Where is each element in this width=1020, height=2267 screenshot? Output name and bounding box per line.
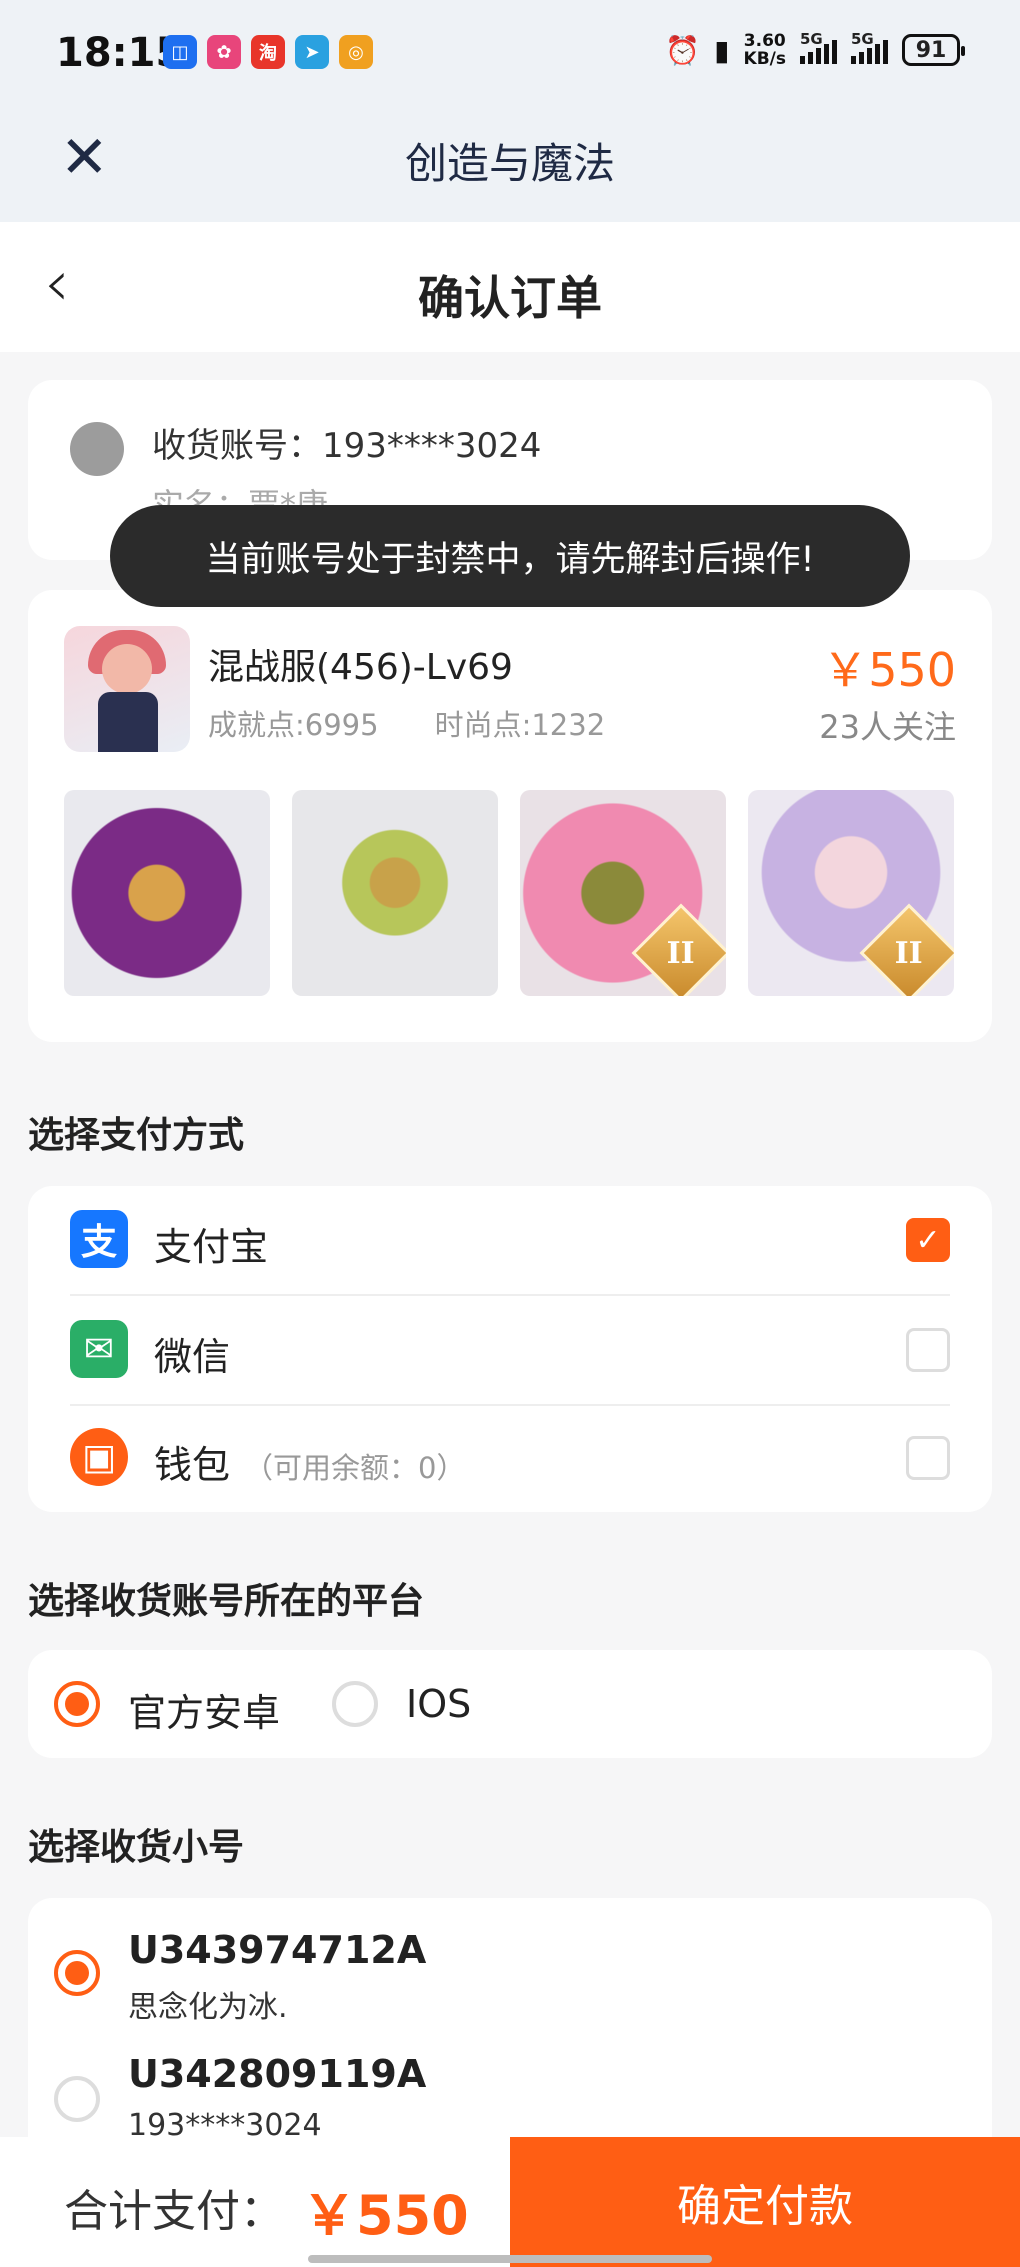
sub-account-nickname: 思念化为冰. — [128, 1990, 288, 2025]
rank-badge-icon: II — [631, 903, 726, 996]
alipay-checkbox[interactable]: ✓ — [906, 1218, 950, 1262]
sub-account-id[interactable]: U343974712A — [128, 1928, 426, 1972]
platform-card: 官方安卓 IOS — [28, 1650, 992, 1758]
payment-option-alipay[interactable]: 支 支付宝 ✓ — [28, 1186, 992, 1294]
account-avatar — [70, 422, 124, 476]
product-name: 混战服(456)-Lv69 — [208, 647, 513, 688]
fashion-points: 时尚点:1232 — [434, 708, 606, 742]
taobao-icon: 淘 — [251, 35, 285, 69]
battery-icon: 91 — [902, 34, 965, 66]
toast-message: 当前账号处于封禁中，请先解封后操作! — [110, 505, 910, 607]
item-thumbnails: II II — [64, 790, 954, 996]
product-stats: 成就点:6995 时尚点:1232 — [208, 702, 605, 744]
payment-section-title: 选择支付方式 — [28, 1115, 245, 1156]
product-card[interactable]: 混战服(456)-Lv69 成就点:6995 时尚点:1232 ￥550 23人… — [28, 590, 992, 1042]
sub-account-section-title: 选择收货小号 — [28, 1827, 245, 1868]
wechat-icon: ✉ — [70, 1320, 128, 1378]
payment-option-wallet[interactable]: ▣ 钱包 （可用余额：0） — [28, 1404, 992, 1512]
sub-account-radio[interactable] — [54, 2076, 100, 2122]
checkout-bar: 合计支付： ￥550 确定付款 — [0, 2137, 1020, 2267]
wallet-icon: ▣ — [70, 1428, 128, 1486]
mini-program-header: ✕ 创造与魔法 — [0, 110, 1020, 222]
total-amount: ￥550 — [302, 2184, 469, 2247]
wechat-checkbox[interactable] — [906, 1328, 950, 1372]
alipay-icon: 支 — [70, 1210, 128, 1268]
rank-badge-icon: II — [859, 903, 954, 996]
sub-account-radio[interactable] — [54, 1950, 100, 1996]
net-speed: 3.60 KB/s — [743, 31, 786, 69]
signal-icon-1: 5G — [800, 30, 837, 64]
item-thumbnail[interactable] — [64, 790, 270, 996]
receiving-account: 收货账号：193****3024 — [152, 426, 542, 466]
sub-account-id[interactable]: U342809119A — [128, 2052, 426, 2096]
platform-ios-label[interactable]: IOS — [406, 1682, 471, 1726]
qq-browser-icon: ◫ — [163, 35, 197, 69]
mini-program-title: 创造与魔法 — [404, 139, 615, 188]
page-title: 确认订单 — [418, 271, 602, 325]
follower-count: 23人关注 — [819, 708, 956, 746]
page-nav: ‹ 确认订单 — [0, 222, 1020, 352]
total-label: 合计支付： — [64, 2186, 284, 2237]
payment-option-wechat[interactable]: ✉ 微信 — [28, 1296, 992, 1404]
home-indicator[interactable] — [308, 2255, 712, 2263]
character-avatar — [64, 626, 190, 752]
radio-android[interactable] — [54, 1681, 100, 1727]
status-bar: 18:15 ◫ ✿ 淘 ➤ ◎ ⏰ ▮ 3.60 KB/s 5G 5G 91 — [0, 0, 1020, 110]
festival-38-icon: ✿ — [207, 35, 241, 69]
status-indicators: ⏰ ▮ 3.60 KB/s 5G 5G 91 — [665, 30, 965, 69]
item-thumbnail[interactable] — [292, 790, 498, 996]
vibrate-icon: ▮ — [714, 33, 730, 67]
target-icon: ◎ — [339, 35, 373, 69]
wallet-checkbox[interactable] — [906, 1436, 950, 1480]
wallet-balance: （可用余额：0） — [244, 1451, 466, 1485]
item-thumbnail[interactable]: II — [748, 790, 954, 996]
alarm-icon: ⏰ — [665, 33, 701, 67]
signal-icon-2: 5G — [851, 30, 888, 64]
payment-methods-card: 支 支付宝 ✓ ✉ 微信 ▣ 钱包 （可用余额：0） — [28, 1186, 992, 1512]
confirm-pay-button[interactable]: 确定付款 — [510, 2137, 1020, 2267]
platform-section-title: 选择收货账号所在的平台 — [28, 1581, 425, 1622]
radio-ios[interactable] — [332, 1681, 378, 1727]
product-price: ￥550 — [822, 643, 956, 697]
achievement-points: 成就点:6995 — [208, 708, 379, 742]
top-area: 18:15 ◫ ✿ 淘 ➤ ◎ ⏰ ▮ 3.60 KB/s 5G 5G 91 ✕… — [0, 0, 1020, 222]
telegram-icon: ➤ — [295, 35, 329, 69]
notification-icons: ◫ ✿ 淘 ➤ ◎ — [163, 35, 373, 69]
item-thumbnail[interactable]: II — [520, 790, 726, 996]
platform-android-label[interactable]: 官方安卓 — [128, 1682, 280, 1737]
